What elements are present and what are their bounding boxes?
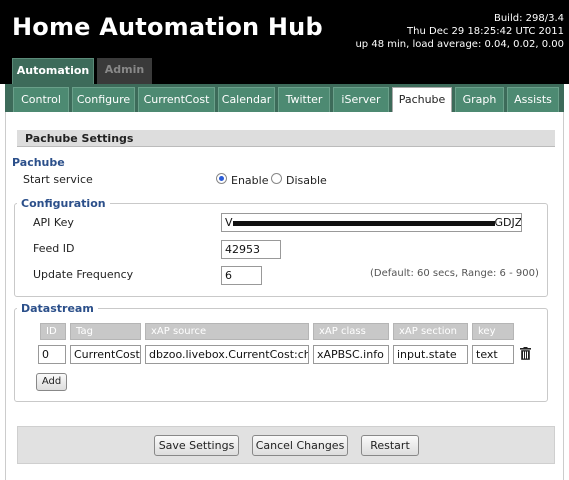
settings-header: Pachube Settings (17, 130, 555, 147)
tab-configure[interactable]: Configure (72, 87, 135, 112)
column-xap-class: xAP class (313, 323, 389, 340)
tab-control[interactable]: Control (13, 87, 69, 112)
tab-currentcost[interactable]: CurrentCost (138, 87, 215, 112)
disable-radio[interactable] (271, 173, 282, 184)
app-title: Home Automation Hub (12, 13, 323, 41)
build-version: Build: 298/3.4 (493, 13, 564, 24)
tab-automation[interactable]: Automation (12, 58, 94, 84)
api-key-input[interactable]: V GDJZs (221, 213, 522, 232)
column-tag: Tag (70, 323, 141, 340)
system-info: Build: 298/3.4 Thu Dec 29 18:25:42 UTC 2… (355, 12, 564, 51)
feed-id-label: Feed ID (33, 242, 75, 255)
api-key-label: API Key (33, 216, 74, 229)
datastream-tag-input[interactable]: CurrentCost (70, 345, 141, 364)
api-key-redaction (232, 220, 495, 226)
datastream-source-input[interactable]: dbzoo.livebox.CurrentCost:ch.1 (145, 345, 309, 364)
add-datastream-button[interactable]: Add (36, 373, 67, 391)
column-key: key (472, 323, 514, 340)
restart-button[interactable]: Restart (361, 435, 419, 456)
tab-twitter[interactable]: Twitter (278, 87, 330, 112)
trash-icon[interactable] (520, 347, 531, 360)
datastream-legend: Datastream (17, 302, 98, 315)
uptime-load: up 48 min, load average: 0.04, 0.02, 0.0… (355, 39, 564, 50)
update-frequency-hint: (Default: 60 secs, Range: 6 - 900) (370, 268, 539, 279)
enable-radio[interactable] (216, 173, 227, 184)
enable-label: Enable (231, 174, 269, 187)
update-frequency-label: Update Frequency (33, 268, 134, 281)
datastream-key-input[interactable]: text (472, 345, 514, 364)
api-key-end: GDJZs (494, 216, 522, 229)
tab-admin[interactable]: Admin (97, 58, 152, 84)
server-datetime: Thu Dec 29 18:25:42 UTC 2011 (407, 26, 564, 37)
sub-navigation: Control Configure CurrentCost Calendar T… (5, 84, 564, 112)
column-xap-section: xAP section (393, 323, 468, 340)
save-settings-button[interactable]: Save Settings (154, 435, 239, 456)
api-key-start: V (225, 216, 233, 229)
datastream-id-input[interactable]: 0 (38, 345, 66, 364)
update-frequency-input[interactable]: 6 (221, 266, 262, 285)
column-xap-source: xAP source (145, 323, 309, 340)
pachube-section-label: Pachube (12, 156, 65, 169)
app-header: Home Automation Hub Build: 298/3.4 Thu D… (0, 0, 569, 84)
start-service-label: Start service (23, 173, 93, 186)
tab-graph[interactable]: Graph (455, 87, 504, 112)
datastream-class-input[interactable]: xAPBSC.info (313, 345, 389, 364)
column-id: ID (40, 323, 66, 340)
tab-assists[interactable]: Assists (507, 87, 559, 112)
cancel-changes-button[interactable]: Cancel Changes (252, 435, 348, 456)
tab-iserver[interactable]: iServer (333, 87, 389, 112)
configuration-legend: Configuration (17, 197, 110, 210)
feed-id-input[interactable]: 42953 (221, 240, 281, 259)
tab-calendar[interactable]: Calendar (218, 87, 275, 112)
datastream-section-input[interactable]: input.state (393, 345, 468, 364)
disable-label: Disable (286, 174, 327, 187)
tab-pachube[interactable]: Pachube (392, 87, 452, 112)
